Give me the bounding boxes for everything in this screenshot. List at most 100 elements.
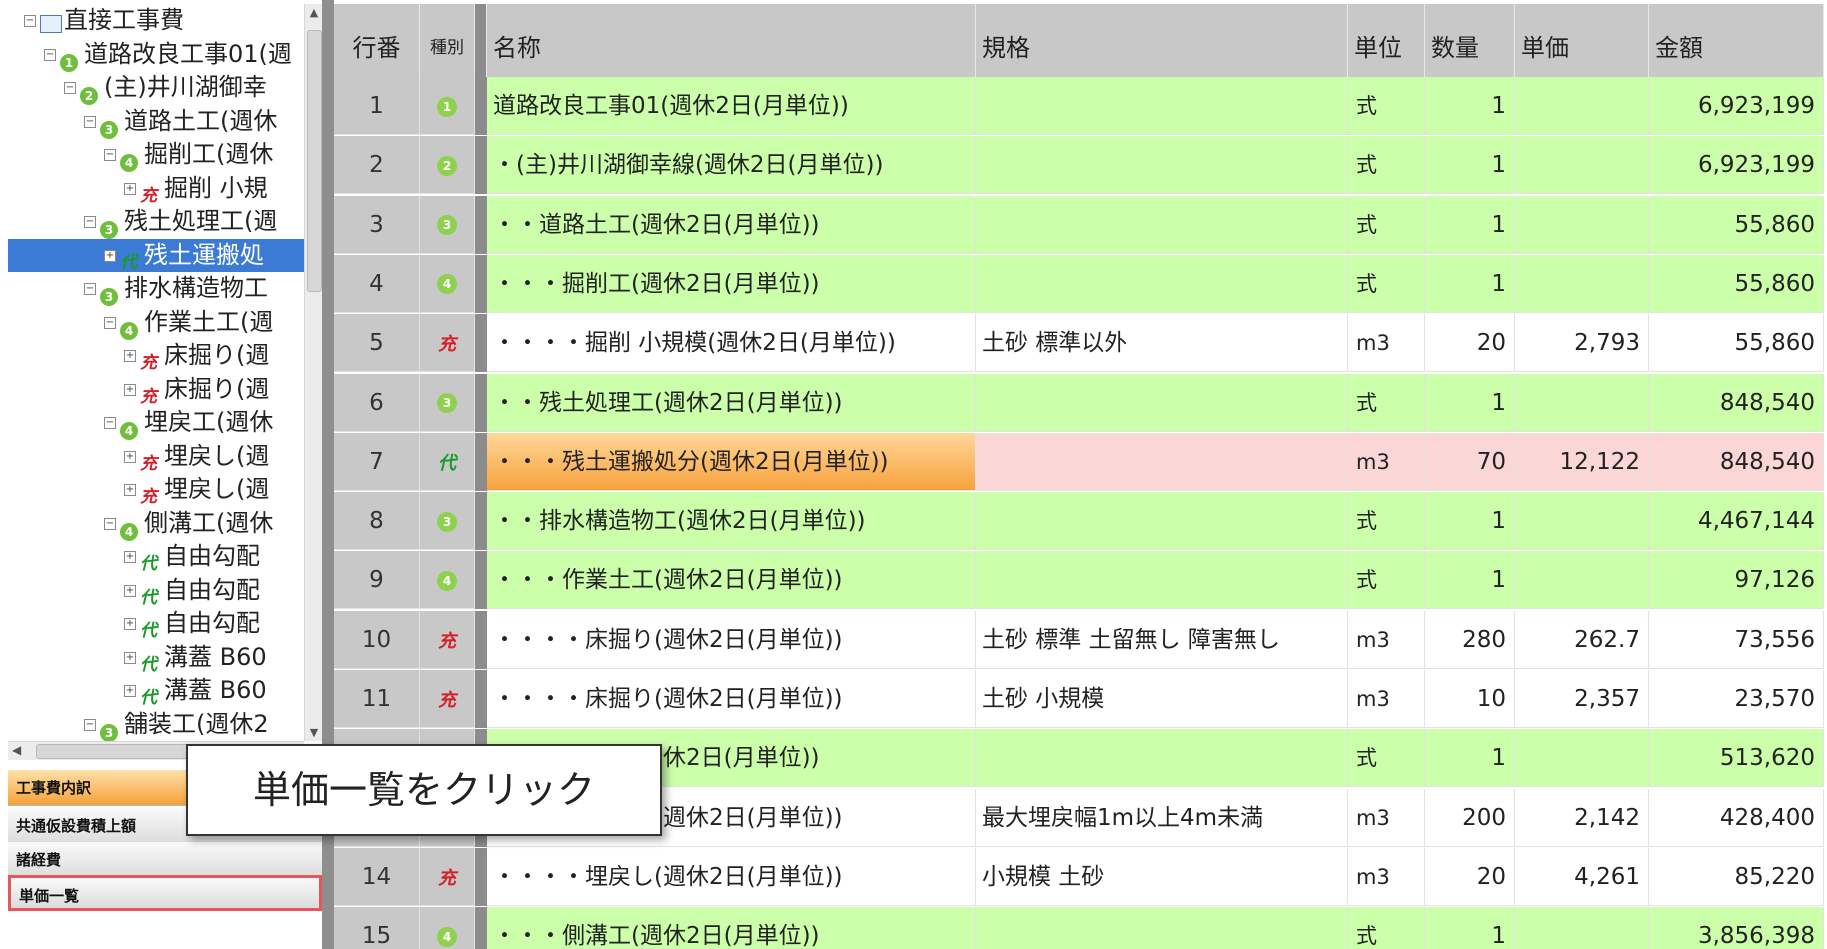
cell-amount[interactable]: 85,220 — [1649, 847, 1824, 906]
cell-spec[interactable] — [976, 373, 1348, 432]
nav-unit-price-list[interactable]: 単価一覧 — [8, 875, 322, 911]
cell-amount[interactable]: 55,860 — [1649, 314, 1824, 373]
cell-name[interactable]: ・・排水構造物工(週休2日(月単位)) — [487, 492, 976, 551]
cell-kind[interactable]: 4 — [420, 907, 475, 949]
tree-node[interactable]: + 代自由勾配 — [8, 607, 313, 641]
cell-amount[interactable]: 73,556 — [1649, 610, 1824, 669]
cell-spec[interactable]: 土砂 標準 土留無し 障害無し — [976, 610, 1348, 669]
cell-row-no[interactable]: 9 — [334, 551, 420, 610]
header-row-no[interactable]: 行番 — [334, 4, 420, 77]
cost-tree[interactable]: − 直接工事費 −1 道路改良工事01(週 −2 (主)井川湖御幸 −3 道路土工(週休 −4 掘… — [8, 4, 313, 741]
collapse-minus-icon[interactable]: − — [84, 216, 96, 228]
cell-name[interactable]: ・(主)井川湖御幸線(週休2日(月単位)) — [487, 136, 976, 195]
cell-qty[interactable]: 1 — [1425, 254, 1515, 313]
expand-plus-icon[interactable]: + — [124, 383, 136, 396]
cell-unit-price[interactable] — [1515, 373, 1649, 432]
cell-kind[interactable]: 3 — [420, 373, 475, 432]
cell-amount[interactable]: 6,923,199 — [1649, 136, 1824, 195]
collapse-minus-icon[interactable]: − — [64, 82, 76, 94]
table-row[interactable]: 14 充 ・・・・埋戻し(週休2日(月単位)) 小規模 土砂 m3 20 4,261 85,2… — [334, 847, 1824, 907]
cell-qty[interactable]: 1 — [1425, 373, 1515, 432]
tree-node[interactable]: + 代溝蓋 B60 — [8, 674, 313, 708]
cell-row-no[interactable]: 5 — [334, 314, 420, 373]
cell-unit-price[interactable]: 2,142 — [1515, 788, 1649, 847]
tree-node[interactable]: + 充床掘り(週 — [8, 339, 313, 373]
cell-amount[interactable]: 55,860 — [1649, 195, 1824, 254]
cell-unit[interactable]: 式 — [1348, 195, 1425, 254]
cell-qty[interactable]: 280 — [1425, 610, 1515, 669]
table-row[interactable]: 3 3 ・・道路土工(週休2日(月単位)) 式 1 55,860 — [334, 195, 1824, 255]
cell-qty[interactable]: 1 — [1425, 907, 1515, 949]
cell-row-no[interactable]: 3 — [334, 195, 420, 254]
tree-node[interactable]: + 代自由勾配 — [8, 540, 313, 574]
cell-amount[interactable]: 4,467,144 — [1649, 492, 1824, 551]
tree-node[interactable]: + 代残土運搬処 — [8, 238, 313, 273]
tree-node[interactable]: + 充埋戻し(週 — [8, 473, 313, 507]
cell-unit[interactable]: 式 — [1348, 729, 1425, 788]
cell-unit[interactable]: m3 — [1348, 610, 1425, 669]
tree-node[interactable]: −1 道路改良工事01(週 — [8, 38, 313, 72]
cell-unit-price[interactable]: 2,357 — [1515, 670, 1649, 728]
cell-kind[interactable]: 1 — [420, 77, 475, 135]
cell-amount[interactable]: 23,570 — [1649, 670, 1824, 728]
cell-name[interactable]: ・・・・床掘り(週休2日(月単位)) — [487, 610, 976, 669]
header-amount[interactable]: 金額 — [1649, 4, 1824, 77]
cell-spec[interactable] — [976, 551, 1348, 610]
collapse-minus-icon[interactable]: − — [104, 517, 116, 530]
cell-kind[interactable]: 充 — [420, 670, 475, 728]
cell-name[interactable]: 道路改良工事01(週休2日(月単位)) — [487, 77, 976, 135]
cell-qty[interactable]: 1 — [1425, 551, 1515, 610]
header-qty[interactable]: 数量 — [1425, 4, 1515, 77]
table-row[interactable]: 5 充 ・・・・掘削 小規模(週休2日(月単位)) 土砂 標準以外 m3 20 2,793 5… — [334, 314, 1824, 373]
tree-node[interactable]: − 直接工事費 — [8, 4, 313, 37]
scroll-down-arrow-icon[interactable]: ▼ — [308, 726, 320, 739]
cell-qty[interactable]: 20 — [1425, 314, 1515, 373]
tree-node[interactable]: −4 作業土工(週 — [8, 306, 313, 340]
cell-name[interactable]: ・・・作業土工(週休2日(月単位)) — [487, 551, 976, 610]
cell-unit[interactable]: 式 — [1348, 373, 1425, 432]
cell-row-no[interactable]: 1 — [334, 77, 420, 135]
cell-qty[interactable]: 20 — [1425, 847, 1515, 906]
cell-spec[interactable] — [976, 136, 1348, 195]
expand-plus-icon[interactable]: + — [124, 450, 136, 463]
cell-row-no[interactable]: 15 — [334, 907, 420, 949]
cell-kind[interactable]: 2 — [420, 136, 475, 195]
table-row[interactable]: 6 3 ・・残土処理工(週休2日(月単位)) 式 1 848,540 — [334, 373, 1824, 433]
tree-node[interactable]: −3 排水構造物工 — [8, 272, 313, 306]
cell-kind[interactable]: 3 — [420, 195, 475, 254]
cell-unit[interactable]: m3 — [1348, 432, 1425, 491]
cell-row-no[interactable]: 7 — [334, 432, 420, 491]
expand-plus-icon[interactable]: + — [124, 584, 136, 597]
cell-unit[interactable]: m3 — [1348, 670, 1425, 728]
cell-row-no[interactable]: 14 — [334, 847, 420, 906]
cell-spec[interactable]: 土砂 標準以外 — [976, 314, 1348, 373]
tree-node[interactable]: + 代自由勾配 — [8, 574, 313, 608]
cell-name[interactable]: ・・・掘削工(週休2日(月単位)) — [487, 254, 976, 313]
collapse-minus-icon[interactable]: − — [104, 149, 116, 161]
cell-unit-price[interactable] — [1515, 77, 1649, 135]
cell-unit-price[interactable]: 2,793 — [1515, 314, 1649, 373]
cell-kind[interactable]: 代 — [420, 432, 475, 491]
table-row[interactable]: 8 3 ・・排水構造物工(週休2日(月単位)) 式 1 4,467,144 — [334, 492, 1824, 551]
tree-node[interactable]: + 充床掘り(週 — [8, 373, 313, 407]
cell-unit[interactable]: 式 — [1348, 254, 1425, 313]
cell-amount[interactable]: 97,126 — [1649, 551, 1824, 610]
cell-qty[interactable]: 70 — [1425, 432, 1515, 491]
collapse-minus-icon[interactable]: − — [24, 15, 36, 27]
cell-qty[interactable]: 1 — [1425, 729, 1515, 788]
header-name[interactable]: 名称 — [487, 4, 976, 77]
cell-qty[interactable]: 1 — [1425, 195, 1515, 254]
cell-kind[interactable]: 3 — [420, 492, 475, 551]
collapse-minus-icon[interactable]: − — [44, 48, 56, 61]
cell-unit-price[interactable] — [1515, 551, 1649, 610]
table-row[interactable]: 9 4 ・・・作業土工(週休2日(月単位)) 式 1 97,126 — [334, 551, 1824, 610]
expand-plus-icon[interactable]: + — [124, 551, 136, 563]
cell-qty[interactable]: 200 — [1425, 788, 1515, 847]
cell-row-no[interactable]: 10 — [334, 610, 420, 669]
scroll-up-arrow-icon[interactable]: ▲ — [308, 6, 320, 19]
cell-kind[interactable]: 充 — [420, 847, 475, 906]
tree-node[interactable]: −3 残土処理工(週 — [8, 205, 313, 239]
cell-amount[interactable]: 55,860 — [1649, 254, 1824, 313]
cell-name[interactable]: ・・・残土運搬処分(週休2日(月単位)) — [487, 432, 976, 491]
nav-overhead-cost[interactable]: 諸経費 — [8, 842, 322, 878]
